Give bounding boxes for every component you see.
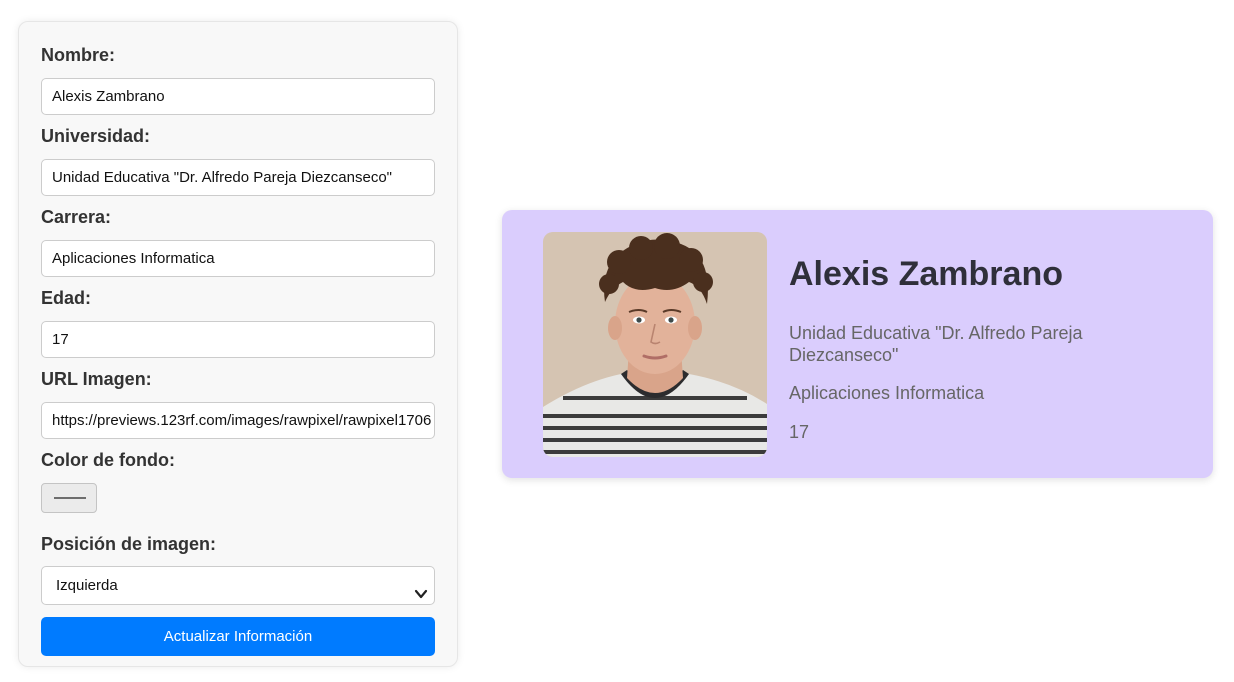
university-input[interactable]: Unidad Educativa "Dr. Alfredo Pareja Die… [41, 159, 435, 196]
profile-photo [543, 232, 767, 457]
update-info-button[interactable]: Actualizar Información [41, 617, 435, 656]
profile-form: Nombre: Alexis Zambrano Universidad: Uni… [18, 21, 458, 667]
card-career: Aplicaciones Informatica [789, 383, 985, 403]
university-label: Universidad: [41, 126, 151, 146]
color-swatch [54, 497, 86, 499]
image-position-selected: Izquierda [56, 577, 118, 594]
profile-card: Alexis Zambrano Unidad Educativa "Dr. Al… [502, 210, 1213, 478]
card-university: Unidad Educativa "Dr. Alfredo Pareja Die… [789, 323, 1083, 365]
image-position-label: Posición de imagen: [41, 534, 217, 554]
card-name: Alexis Zambrano [789, 255, 1063, 293]
age-label: Edad: [41, 288, 92, 308]
chevron-down-icon [414, 578, 428, 599]
bg-color-label: Color de fondo: [41, 450, 175, 470]
name-label: Nombre: [41, 45, 116, 65]
career-input[interactable]: Aplicaciones Informatica [41, 240, 435, 277]
career-label: Carrera: [41, 207, 112, 227]
image-url-label: URL Imagen: [41, 369, 152, 389]
bg-color-picker[interactable] [41, 483, 97, 513]
age-input[interactable]: 17 [41, 321, 435, 358]
image-position-select[interactable]: Izquierda [41, 566, 435, 605]
name-input[interactable]: Alexis Zambrano [41, 78, 435, 115]
card-age: 17 [789, 422, 810, 442]
image-url-input[interactable]: https://previews.123rf.com/images/rawpix… [41, 402, 435, 439]
